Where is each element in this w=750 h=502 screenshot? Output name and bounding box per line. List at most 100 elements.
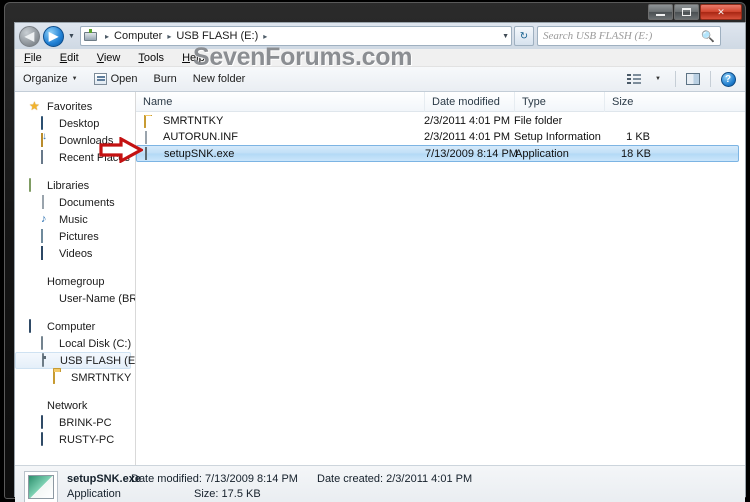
sidebar-item-videos[interactable]: Videos	[15, 245, 135, 262]
command-toolbar: Organize ▼ Open Burn New folder ▼ ?	[15, 67, 745, 92]
file-preview-icon	[24, 471, 58, 502]
maximize-button[interactable]	[674, 4, 699, 20]
open-button[interactable]: Open	[86, 68, 146, 90]
help-icon: ?	[720, 71, 736, 87]
folder-icon	[53, 369, 67, 385]
sidebar-item-libraries[interactable]: Libraries	[15, 177, 135, 194]
sidebar-item-desktop[interactable]: Desktop	[15, 115, 135, 132]
sidebar-label: Favorites	[47, 100, 93, 113]
file-date-cell: 7/13/2009 8:14 PM	[425, 147, 518, 160]
details-size-label: Size:	[194, 488, 219, 500]
sidebar-item-music[interactable]: ♪ Music	[15, 211, 135, 228]
sidebar-item-documents[interactable]: Documents	[15, 194, 135, 211]
computer-icon	[29, 318, 43, 334]
sidebar-item-rusty-pc[interactable]: RUSTY-PC	[15, 431, 135, 448]
details-text: setupSNK.exe Date modified: 7/13/2009 8:…	[67, 471, 745, 502]
column-header-date-modified[interactable]: Date modified	[424, 92, 514, 112]
change-view-button[interactable]	[623, 69, 645, 89]
table-row[interactable]: setupSNK.exe 7/13/2009 8:14 PM Applicati…	[136, 145, 739, 162]
network-icon	[29, 399, 43, 413]
file-name-cell: SMRTNTKY	[144, 114, 223, 128]
sidebar-item-brink-pc[interactable]: BRINK-PC	[15, 414, 135, 431]
close-icon: ✕	[717, 6, 725, 17]
breadcrumb-separator[interactable]: ▸	[102, 32, 112, 41]
address-dropdown-button[interactable]: ▼	[502, 27, 509, 45]
details-filename: setupSNK.exe	[67, 473, 141, 485]
computer-node-icon	[41, 431, 55, 447]
column-header-name[interactable]: Name	[136, 92, 424, 112]
menu-view[interactable]: View	[88, 49, 130, 67]
sidebar-item-network[interactable]: Network	[15, 397, 135, 414]
title-bar[interactable]: ✕	[5, 3, 745, 23]
nav-group-network: Network BRINK-PC RUSTY-PC	[15, 397, 135, 448]
preview-pane-button[interactable]	[682, 69, 704, 89]
sidebar-label: Desktop	[59, 117, 100, 130]
search-input[interactable]: Search USB FLASH (E:)	[538, 30, 652, 42]
application-icon	[145, 147, 159, 160]
details-date-modified-label: Date modified:	[131, 473, 202, 485]
sidebar-item-favorites[interactable]: ★ Favorites	[15, 98, 135, 115]
downloads-icon	[41, 132, 55, 148]
breadcrumb-item-computer[interactable]: Computer	[112, 30, 164, 42]
back-button[interactable]: ◀	[19, 25, 40, 47]
sidebar-item-user-name[interactable]: User-Name (BRINK-	[15, 290, 135, 307]
file-list-view[interactable]: Name Date modified Type Size SMRTNTKY 2/…	[136, 92, 745, 465]
column-header-size[interactable]: Size	[604, 92, 684, 112]
sidebar-item-smrtntky[interactable]: SMRTNTKY	[15, 369, 135, 386]
chevron-down-icon: ▼	[655, 76, 661, 82]
sidebar-label: RUSTY-PC	[59, 433, 115, 446]
sidebar-label: USB FLASH (E:)	[60, 354, 136, 367]
details-date-modified-value: 7/13/2009 8:14 PM	[205, 473, 298, 485]
minimize-button[interactable]	[648, 4, 673, 20]
history-dropdown-button[interactable]: ▼	[66, 26, 77, 46]
pictures-icon	[41, 228, 55, 244]
view-dropdown-button[interactable]: ▼	[647, 69, 669, 89]
hard-disk-icon	[41, 335, 55, 351]
help-button[interactable]: ?	[717, 69, 739, 89]
breadcrumb-item-usb-flash[interactable]: USB FLASH (E:)	[174, 30, 260, 42]
breadcrumb-separator[interactable]: ▸	[260, 32, 270, 41]
minimize-icon	[656, 13, 665, 16]
table-row[interactable]: SMRTNTKY 2/3/2011 4:01 PM File folder	[136, 113, 745, 129]
address-bar[interactable]: ▸ Computer ▸ USB FLASH (E:) ▸ ▼	[80, 26, 512, 46]
menu-edit[interactable]: Edit	[51, 49, 88, 67]
user-icon	[41, 292, 55, 306]
videos-icon	[41, 245, 55, 261]
breadcrumb-separator[interactable]: ▸	[164, 32, 174, 41]
folder-icon	[144, 114, 158, 128]
refresh-button[interactable]: ↻	[514, 26, 534, 46]
usb-drive-icon	[42, 352, 56, 368]
file-name: AUTORUN.INF	[163, 131, 238, 143]
sidebar-label: Local Disk (C:)	[59, 337, 132, 350]
sidebar-item-local-disk-c[interactable]: Local Disk (C:)	[15, 335, 135, 352]
sidebar-label: Libraries	[47, 179, 90, 192]
open-label: Open	[110, 73, 138, 85]
column-header-type[interactable]: Type	[514, 92, 604, 112]
table-row[interactable]: AUTORUN.INF 2/3/2011 4:01 PM Setup Infor…	[136, 129, 745, 145]
file-date-cell: 2/3/2011 4:01 PM	[424, 115, 511, 127]
sidebar-label: Documents	[59, 196, 115, 209]
search-box[interactable]: Search USB FLASH (E:) 🔍	[537, 26, 721, 46]
sidebar-item-computer[interactable]: Computer	[15, 318, 135, 335]
forward-button[interactable]: ▶	[43, 25, 64, 47]
file-name-cell: AUTORUN.INF	[144, 130, 238, 144]
details-type: Application	[67, 488, 121, 500]
menu-help[interactable]: Help	[173, 49, 214, 67]
column-headers: Name Date modified Type Size	[136, 92, 745, 112]
recent-places-icon	[41, 149, 55, 165]
sidebar-item-usb-flash-e[interactable]: USB FLASH (E:)	[15, 352, 135, 369]
file-rows: SMRTNTKY 2/3/2011 4:01 PM File folder AU…	[136, 112, 745, 162]
close-button[interactable]: ✕	[700, 4, 742, 20]
menu-tools[interactable]: Tools	[129, 49, 173, 67]
sidebar-label: Pictures	[59, 230, 99, 243]
sidebar-item-homegroup[interactable]: Homegroup	[15, 273, 135, 290]
menu-file[interactable]: File	[15, 49, 51, 67]
new-folder-button[interactable]: New folder	[185, 68, 254, 90]
organize-button[interactable]: Organize ▼	[15, 68, 86, 90]
sidebar-label: User-Name (BRINK-	[59, 292, 136, 305]
star-icon: ★	[29, 98, 40, 113]
view-list-icon	[627, 73, 641, 85]
sidebar-item-pictures[interactable]: Pictures	[15, 228, 135, 245]
burn-button[interactable]: Burn	[146, 68, 185, 90]
